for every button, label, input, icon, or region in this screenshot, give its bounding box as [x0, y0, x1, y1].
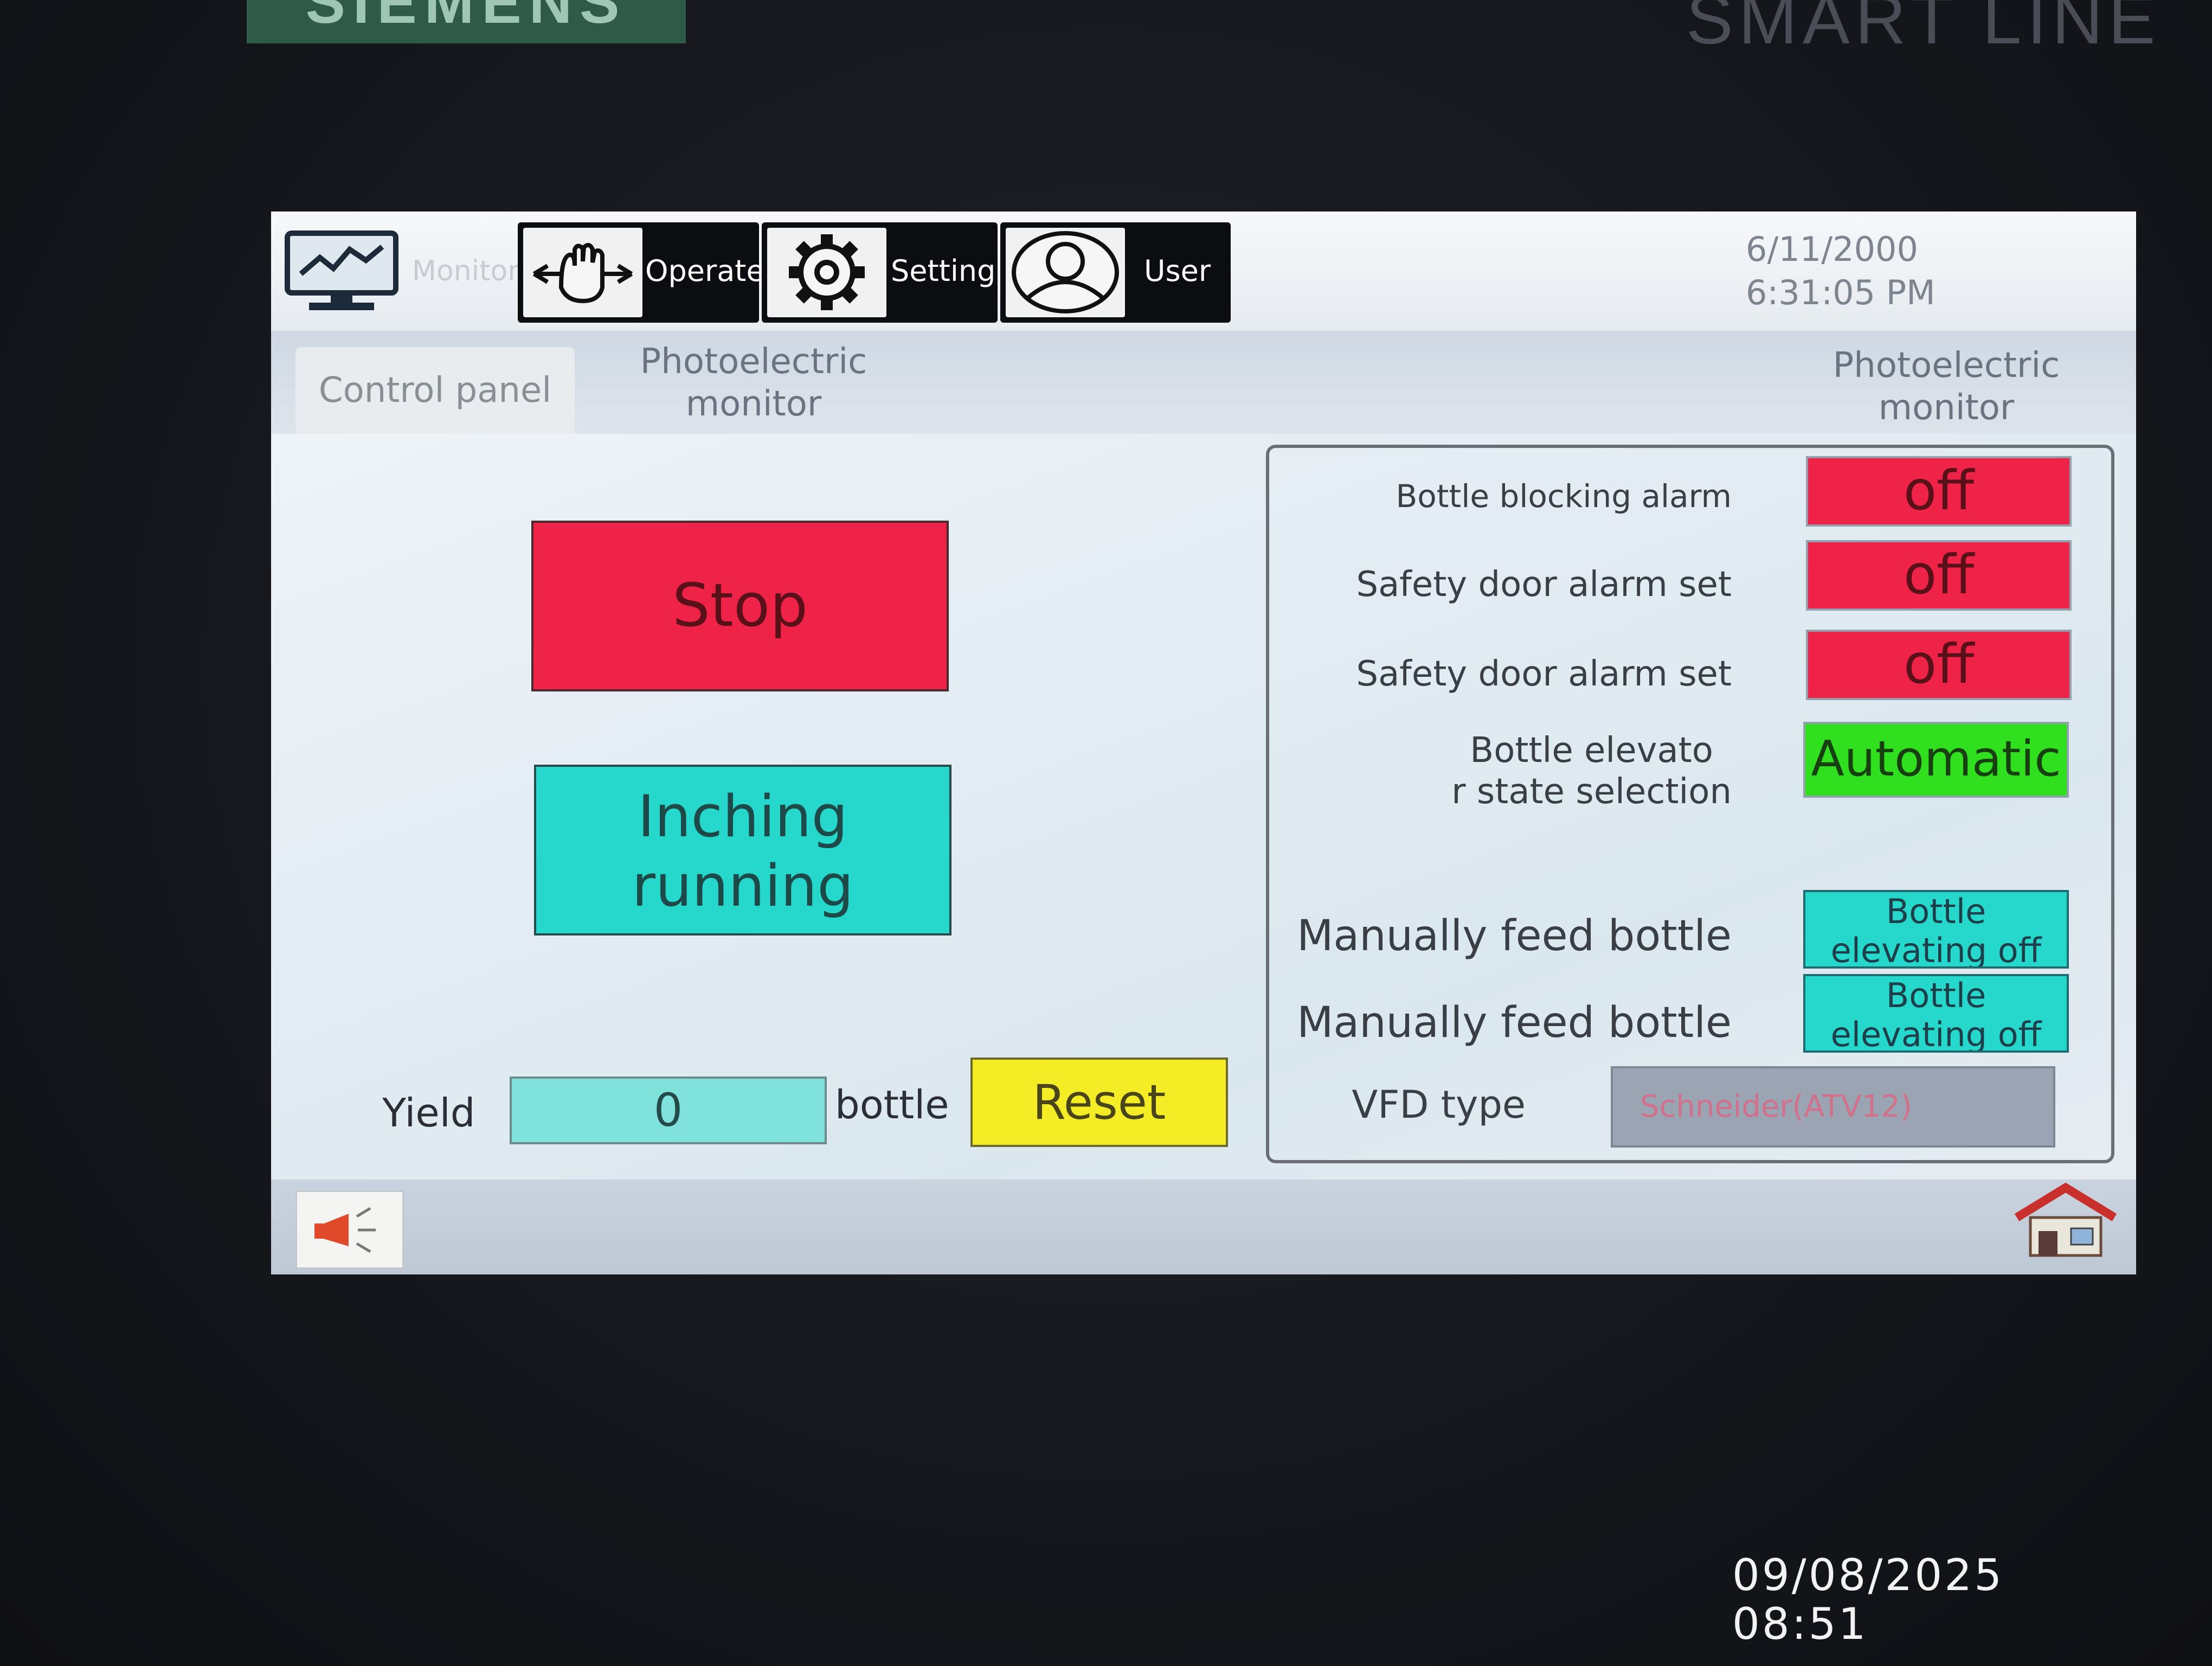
- safety-door-alarm-label-2: Safety door alarm set: [1356, 654, 1732, 694]
- nav-operate-label: Operate: [645, 254, 764, 288]
- manual-feed-toggle-1-line2: elevating off: [1830, 931, 2042, 969]
- safety-door-alarm-state-1[interactable]: off: [1806, 540, 2072, 611]
- yield-unit-label: bottle: [835, 1082, 949, 1127]
- nav-user-label: User: [1144, 254, 1211, 288]
- yield-label: Yield: [382, 1090, 475, 1136]
- tab-photoelectric-monitor[interactable]: Photoelectric monitor: [602, 341, 905, 425]
- bottom-bar: [271, 1180, 2136, 1274]
- safety-door-alarm-state-2[interactable]: off: [1806, 630, 2072, 700]
- hmi-screen: Monitor Operate Setting User 6/11/2000 6…: [271, 212, 2136, 1274]
- brand-logo: SIEMENS: [247, 0, 686, 43]
- nav-monitor-button[interactable]: Monitor: [276, 225, 520, 317]
- photo-timestamp: 09/08/2025 08:51: [1732, 1550, 2004, 1649]
- reset-button[interactable]: Reset: [970, 1058, 1228, 1147]
- hmi-bezel: SIEMENS SMART LINE Monitor Operate Setti…: [0, 0, 2212, 1666]
- inching-label-line2: running: [632, 853, 854, 919]
- bottle-blocking-alarm-label: Bottle blocking alarm: [1396, 478, 1732, 515]
- manual-feed-toggle-2-line2: elevating off: [1830, 1015, 2042, 1053]
- alarm-button[interactable]: [295, 1190, 404, 1269]
- current-date: 6/11/2000: [1746, 229, 1918, 269]
- vfd-type-field[interactable]: Schneider(ATV12): [1611, 1066, 2055, 1148]
- nav-user-button[interactable]: User: [1000, 222, 1231, 323]
- megaphone-icon: [297, 1207, 402, 1270]
- user-icon: [1006, 228, 1125, 317]
- top-nav-bar: Monitor Operate Setting User 6/11/2000 6…: [271, 212, 2136, 331]
- stop-button[interactable]: Stop: [531, 521, 949, 691]
- nav-operate-button[interactable]: Operate: [518, 222, 764, 323]
- home-button[interactable]: [2006, 1180, 2125, 1261]
- tab-bar: Control panel Photoelectric monitor Phot…: [271, 331, 2136, 434]
- inching-label-line1: Inching: [638, 783, 848, 850]
- monitor-chart-icon: [279, 228, 404, 315]
- yield-counter-field[interactable]: 0: [510, 1077, 827, 1144]
- nav-monitor-label: Monitor: [412, 255, 519, 287]
- product-line-label: SMART LINE: [1686, 0, 2161, 59]
- manual-feed-toggle-1[interactable]: Bottle elevating off: [1803, 890, 2069, 969]
- tab-photoelectric-monitor-2-label: Photoelectric monitor: [1832, 345, 2060, 428]
- status-panel: Bottle blocking alarm off Safety door al…: [1266, 445, 2114, 1163]
- manual-feed-label-1: Manually feed bottle: [1297, 912, 1732, 960]
- manual-feed-label-2: Manually feed bottle: [1297, 998, 1732, 1047]
- tab-control-panel[interactable]: Control panel: [295, 347, 575, 434]
- inching-running-button[interactable]: Inching running: [534, 765, 951, 935]
- hand-icon: [523, 228, 642, 317]
- elevator-state-label-line1: Bottle elevato: [1470, 731, 1713, 771]
- manual-feed-toggle-2-line1: Bottle: [1886, 976, 1986, 1015]
- elevator-state-label-line2: r state selection: [1451, 772, 1732, 812]
- elevator-state-selector[interactable]: Automatic: [1803, 722, 2069, 798]
- manual-feed-toggle-1-line1: Bottle: [1886, 892, 1986, 931]
- nav-setting-button[interactable]: Setting: [762, 222, 998, 323]
- date-time-display: 6/11/2000 6:31:05 PM: [1746, 228, 1963, 320]
- safety-door-alarm-label-1: Safety door alarm set: [1356, 565, 1732, 605]
- home-icon: [2006, 1182, 2125, 1263]
- tab-photoelectric-monitor-label: Photoelectric monitor: [640, 342, 867, 424]
- vfd-type-label: VFD type: [1352, 1082, 1526, 1127]
- nav-setting-label: Setting: [891, 254, 996, 288]
- elevator-state-label: Bottle elevato r state selection: [1451, 730, 1732, 812]
- bottle-blocking-alarm-state[interactable]: off: [1806, 456, 2072, 527]
- tab-photoelectric-monitor-2[interactable]: Photoelectric monitor: [1832, 344, 2060, 429]
- manual-feed-toggle-2[interactable]: Bottle elevating off: [1803, 974, 2069, 1053]
- gear-icon: [767, 228, 886, 317]
- current-time: 6:31:05 PM: [1746, 273, 1935, 312]
